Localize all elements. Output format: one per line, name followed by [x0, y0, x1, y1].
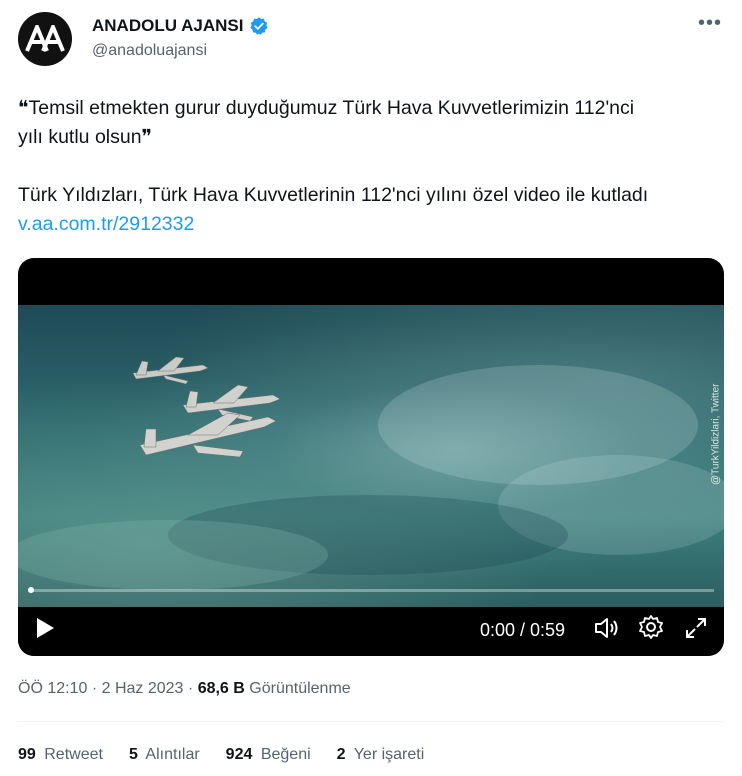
tweet-meta: ÖÖ 12:10 · 2 Haz 2023 · 68,6 B Görüntüle…: [18, 680, 351, 698]
quotes-label: Alıntılar: [145, 746, 200, 763]
tweet-date[interactable]: 2 Haz 2023: [102, 680, 184, 697]
views-label: Görüntülenme: [249, 680, 351, 697]
tweet-line-1: ❝Temsil etmekten gurur duyduğumuz Türk H…: [18, 97, 635, 119]
video-watermark: @TurkYildizlari, Twitter: [710, 383, 721, 485]
tweet-line-2: yılı kutlu olsun❞: [18, 126, 153, 148]
more-options-icon[interactable]: •••: [698, 12, 722, 35]
retweets-stat[interactable]: 99 Retweet: [18, 746, 103, 764]
settings-icon[interactable]: [638, 614, 664, 645]
bookmarks-label: Yer işareti: [353, 746, 425, 763]
retweets-label: Retweet: [44, 746, 103, 763]
meta-separator-2: ·: [187, 680, 194, 697]
tweet-line-3: Türk Yıldızları, Türk Hava Kuvvetlerinin…: [18, 184, 649, 206]
tweet-time[interactable]: ÖÖ 12:10: [18, 680, 87, 697]
divider: [18, 721, 724, 722]
bookmarks-count: 2: [336, 746, 346, 763]
video-frame[interactable]: @TurkYildizlari, Twitter: [18, 305, 724, 607]
likes-label: Beğeni: [260, 746, 311, 763]
bookmarks-stat[interactable]: 2 Yer işareti: [337, 746, 425, 764]
engagement-stats: 99 Retweet 5 Alıntılar 924 Beğeni 2 Yer …: [18, 746, 424, 764]
verified-badge-icon: [250, 17, 269, 35]
volume-icon[interactable]: [594, 616, 620, 645]
tweet-text: ❝Temsil etmekten gurur duyduğumuz Türk H…: [18, 94, 718, 239]
jet-1: [132, 356, 209, 385]
video-time: 0:00 / 0:59: [480, 620, 566, 640]
quotes-stat[interactable]: 5 Alıntılar: [129, 746, 200, 764]
jets-scene: [18, 356, 724, 590]
play-icon[interactable]: [34, 616, 56, 645]
likes-count: 924: [225, 746, 253, 763]
likes-stat[interactable]: 924 Beğeni: [226, 746, 311, 764]
meta-separator: ·: [91, 680, 98, 697]
tweet-link[interactable]: v.aa.com.tr/2912332: [18, 213, 194, 235]
video-player[interactable]: @TurkYildizlari, Twitter 0:00 / 0:59: [18, 258, 724, 656]
retweets-count: 99: [18, 746, 36, 763]
aa-logo-icon: [25, 25, 65, 52]
author-avatar[interactable]: [18, 12, 72, 66]
video-progress-knob[interactable]: [28, 587, 34, 593]
author-name[interactable]: ANADOLU AJANSI: [92, 16, 243, 36]
author-name-row[interactable]: ANADOLU AJANSI: [92, 16, 269, 36]
views-count: 68,6 B: [197, 680, 245, 697]
quotes-count: 5: [128, 746, 138, 763]
jet-3: [139, 412, 277, 458]
fullscreen-icon[interactable]: [684, 616, 708, 645]
author-handle[interactable]: @anadoluajansi: [92, 42, 207, 60]
video-progress-bar[interactable]: [28, 587, 714, 593]
